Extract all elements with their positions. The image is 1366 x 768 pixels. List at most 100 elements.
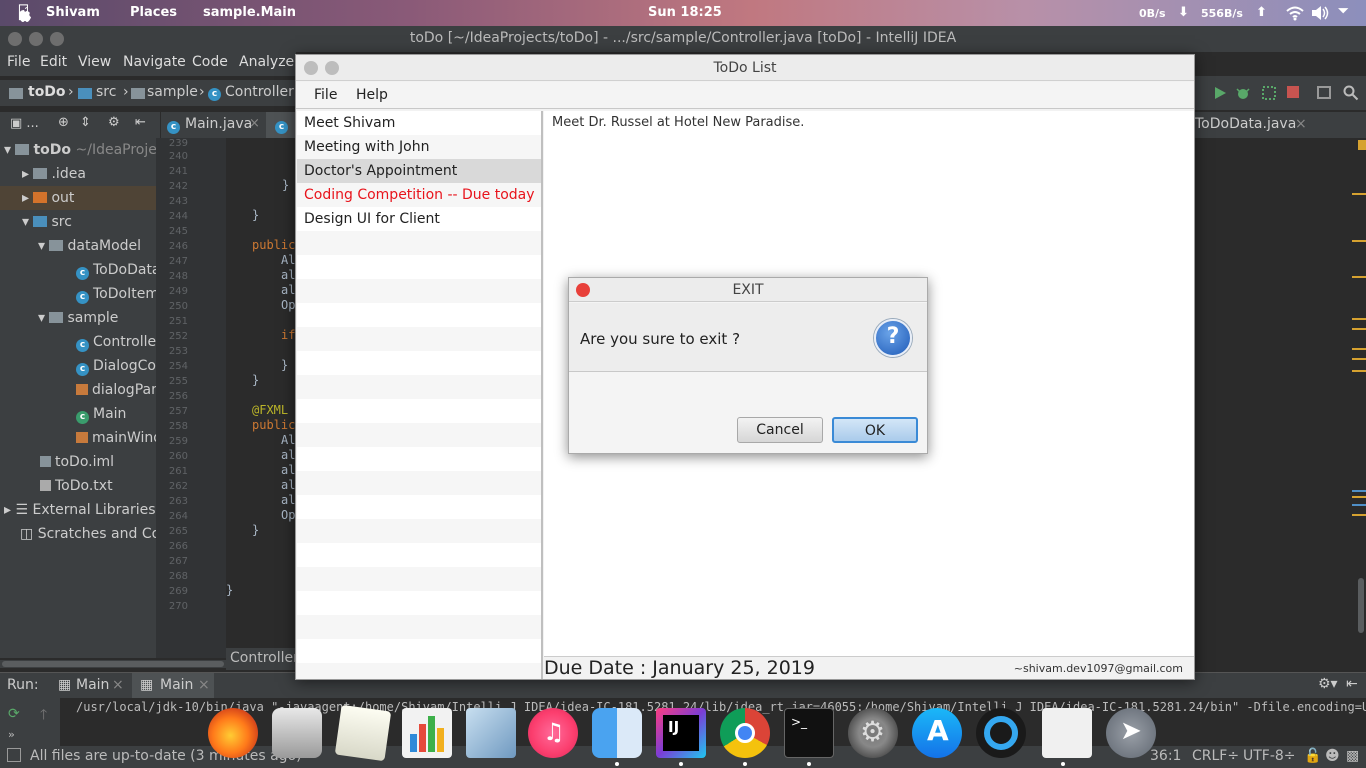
tree-item-txt[interactable]: ToDo.txt: [40, 474, 113, 498]
tree-item-external-libraries[interactable]: ▸ ☰ External Libraries: [4, 498, 156, 522]
code-editor[interactable]: } } public Al al al Op if } } @FXML publ…: [226, 138, 296, 658]
list-item[interactable]: Meeting with John: [297, 135, 541, 159]
gear-icon[interactable]: ⚙▾: [1318, 676, 1338, 692]
charts-app-icon[interactable]: [402, 708, 452, 758]
todo-list[interactable]: Meet Shivam Meeting with John Doctor's A…: [297, 111, 543, 679]
mail-icon[interactable]: [466, 708, 516, 758]
run-tab-main-1[interactable]: ▦ Main ×: [50, 673, 128, 699]
system-preferences-icon[interactable]: ⚙: [848, 708, 898, 758]
tree-item-dialog-controller[interactable]: c DialogCor: [76, 354, 162, 378]
wifi-icon[interactable]: [1286, 5, 1304, 21]
tab-main-java[interactable]: c Main.java ×: [160, 112, 265, 138]
tree-scrollbar[interactable]: [0, 660, 226, 668]
stop-icon[interactable]: [1287, 86, 1299, 98]
more-icon[interactable]: »: [8, 728, 15, 741]
list-item[interactable]: Coding Competition -- Due today !: [297, 183, 541, 207]
disk-utility-icon[interactable]: [272, 708, 322, 758]
places-menu[interactable]: Places: [130, 5, 177, 20]
run-tab-main-2[interactable]: ▦ Main ×: [132, 673, 214, 699]
editor-scrollbar-thumb[interactable]: [1358, 578, 1364, 633]
rerun-icon[interactable]: ⟳: [8, 706, 20, 722]
up-arrow-icon[interactable]: 🡑: [40, 704, 47, 728]
menu-help[interactable]: Help: [356, 87, 388, 103]
close-icon[interactable]: ×: [249, 116, 260, 131]
editor-breadcrumb[interactable]: Controller: [226, 648, 299, 670]
project-structure-icon[interactable]: [1317, 86, 1331, 99]
close-window-button[interactable]: [304, 61, 318, 75]
menu-code[interactable]: Code: [192, 54, 228, 70]
line-separator[interactable]: CRLF÷: [1192, 748, 1239, 764]
breadcrumb-controller[interactable]: Controller: [225, 84, 294, 100]
tree-item-todo-data[interactable]: c ToDoData: [76, 258, 161, 282]
breadcrumb-todo[interactable]: toDo: [28, 84, 66, 100]
menu-file[interactable]: File: [314, 87, 337, 103]
notification-icon[interactable]: ▩: [1346, 748, 1359, 764]
tree-item-controller[interactable]: c Controller: [76, 330, 162, 354]
list-item-selected[interactable]: Doctor's Appointment: [297, 159, 541, 183]
close-icon[interactable]: ×: [198, 677, 210, 693]
power-icon[interactable]: ⏷: [1338, 4, 1348, 19]
toggle-tool-windows-icon[interactable]: [7, 748, 21, 762]
menu-analyze[interactable]: Analyze: [239, 54, 294, 70]
terminal-icon[interactable]: >_: [784, 708, 834, 758]
close-dialog-button[interactable]: [576, 283, 590, 297]
menu-file[interactable]: File: [7, 54, 30, 70]
chrome-icon[interactable]: [720, 708, 770, 758]
launchpad-icon[interactable]: ➤: [1106, 708, 1156, 758]
tree-item-datamodel[interactable]: ▾ dataModel: [38, 234, 141, 258]
tree-item-main[interactable]: c Main: [76, 402, 126, 426]
menu-navigate[interactable]: Navigate: [123, 54, 186, 70]
warning-marker[interactable]: [1358, 140, 1366, 150]
tab-todo-data-java[interactable]: ToDoData.java ×: [1195, 112, 1315, 138]
run-icon[interactable]: [1213, 86, 1227, 100]
project-view-icon[interactable]: ▣ ...: [10, 116, 39, 131]
tree-item-scratches[interactable]: ◫ Scratches and Cor: [20, 522, 166, 546]
tree-item-dialog-pane[interactable]: dialogPan: [76, 378, 160, 402]
file-icon[interactable]: [1042, 708, 1092, 758]
debug-icon[interactable]: [1235, 85, 1251, 101]
clock[interactable]: Sun 18:25: [648, 5, 722, 20]
tree-root[interactable]: ▾ toDo ~/IdeaProje: [4, 138, 157, 162]
apple-logo-icon[interactable]: [14, 3, 34, 23]
finder-icon[interactable]: [592, 708, 642, 758]
locate-icon[interactable]: ⊕: [58, 115, 69, 130]
tree-item-todo-item[interactable]: c ToDoItem: [76, 282, 159, 306]
editor-marker-strip[interactable]: [1350, 138, 1366, 658]
cancel-button[interactable]: Cancel: [737, 417, 823, 443]
ok-button[interactable]: OK: [832, 417, 918, 443]
text-editor-icon[interactable]: [334, 704, 392, 762]
breadcrumb-sample[interactable]: sample: [147, 84, 198, 100]
intellij-icon[interactable]: IJ: [656, 708, 706, 758]
collapse-icon[interactable]: ⇕: [80, 115, 91, 130]
tree-item-sample[interactable]: ▾ sample: [38, 306, 118, 330]
lock-icon[interactable]: 🔓: [1304, 748, 1321, 764]
breadcrumb-src[interactable]: src: [96, 84, 116, 100]
list-item[interactable]: Design UI for Client: [297, 207, 541, 231]
music-icon[interactable]: ♫: [528, 708, 578, 758]
close-icon[interactable]: ×: [112, 677, 124, 693]
inspector-icon[interactable]: ☻: [1325, 748, 1340, 764]
file-encoding[interactable]: UTF-8÷: [1243, 748, 1296, 764]
close-icon[interactable]: ×: [1295, 116, 1307, 132]
firefox-icon[interactable]: [208, 708, 258, 758]
tree-item-iml[interactable]: toDo.iml: [40, 450, 114, 474]
menu-view[interactable]: View: [78, 54, 111, 70]
user-menu[interactable]: Shivam: [46, 5, 100, 20]
app-menu[interactable]: sample.Main: [203, 5, 296, 20]
tree-item-main-window[interactable]: mainWind: [76, 426, 162, 450]
menu-edit[interactable]: Edit: [40, 54, 67, 70]
app-store-icon[interactable]: A: [912, 708, 962, 758]
volume-icon[interactable]: [1311, 5, 1329, 21]
search-icon[interactable]: [1343, 85, 1359, 101]
hide-icon[interactable]: ⇤: [135, 115, 146, 130]
quicktime-icon[interactable]: [976, 708, 1026, 758]
hide-panel-icon[interactable]: ⇤: [1346, 676, 1358, 692]
tree-item-idea[interactable]: ▸ .idea: [22, 162, 86, 186]
minimize-window-button[interactable]: [325, 61, 339, 75]
gear-icon[interactable]: ⚙: [108, 115, 120, 130]
list-item[interactable]: Meet Shivam: [297, 111, 541, 135]
tree-item-src[interactable]: ▾ src: [22, 210, 72, 234]
tree-item-out[interactable]: ▸ out: [0, 186, 156, 210]
tab-controller-java[interactable]: c: [266, 112, 296, 138]
coverage-icon[interactable]: [1261, 85, 1277, 101]
